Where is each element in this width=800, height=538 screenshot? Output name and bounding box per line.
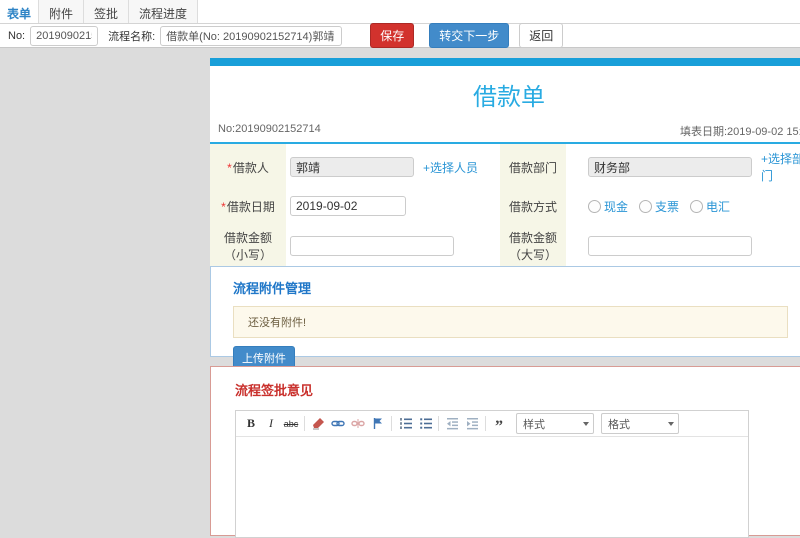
- indent-icon[interactable]: [464, 415, 480, 433]
- chevron-down-icon: [668, 421, 674, 426]
- chevron-down-icon: [583, 421, 589, 426]
- remove-format-icon[interactable]: [310, 415, 326, 433]
- borrower-field: +选择人员: [286, 144, 500, 190]
- rich-text-editor: B I abc ” 样式 格式: [235, 410, 749, 538]
- unlink-icon[interactable]: [350, 415, 366, 433]
- borrower-input[interactable]: [290, 157, 414, 177]
- no-attachment-alert: 还没有附件!: [233, 306, 788, 338]
- borrower-label: *借款人: [210, 144, 286, 190]
- borrow-dept-field: +选择部门: [566, 144, 800, 190]
- save-button[interactable]: 保存: [370, 23, 415, 48]
- flow-name-label: 流程名称:: [108, 30, 156, 43]
- back-button[interactable]: 返回: [519, 23, 564, 48]
- panel-top-bar: [210, 58, 800, 66]
- radio-icon[interactable]: [588, 199, 601, 213]
- style-select[interactable]: 样式: [516, 413, 594, 434]
- toolbar-separator: [438, 416, 439, 431]
- link-icon[interactable]: [330, 415, 346, 433]
- anchor-flag-icon[interactable]: [370, 415, 386, 433]
- radio-cash[interactable]: 现金: [588, 198, 628, 215]
- tab-strip: 表单 附件 签批 流程进度: [0, 0, 800, 24]
- borrow-method-field: 现金 支票 电汇: [566, 190, 800, 222]
- attachment-panel: 流程附件管理 还没有附件! 上传附件: [210, 266, 800, 370]
- borrow-date-field: [286, 190, 500, 222]
- radio-wire[interactable]: 电汇: [690, 198, 730, 215]
- italic-icon[interactable]: I: [263, 415, 279, 433]
- amount-lowercase-input[interactable]: [290, 236, 454, 256]
- radio-icon[interactable]: [690, 199, 704, 213]
- tab-progress[interactable]: 流程进度: [129, 0, 199, 23]
- amount-uppercase-input[interactable]: [588, 236, 752, 256]
- toolbar-separator: [391, 416, 392, 431]
- tab-attachment[interactable]: 附件: [39, 0, 85, 23]
- approval-panel-title: 流程签批意见: [235, 383, 314, 398]
- blockquote-icon[interactable]: ”: [491, 412, 507, 436]
- required-mark: *: [227, 160, 232, 175]
- select-dept-link[interactable]: +选择部门: [761, 150, 800, 184]
- forward-next-step-button[interactable]: 转交下一步: [429, 23, 510, 48]
- ordered-list-icon[interactable]: [397, 415, 413, 433]
- toolbar-separator: [485, 416, 486, 431]
- unordered-list-icon[interactable]: [417, 415, 433, 433]
- form-meta-row: No:20190902152714 填表日期:2019-09-02 15:27:…: [210, 120, 800, 142]
- amount-uppercase-field: [566, 222, 800, 270]
- flow-name-input[interactable]: [160, 25, 343, 46]
- form-no-text: No:20190902152714: [218, 123, 321, 135]
- amount-lowercase-field: [286, 222, 500, 270]
- borrow-date-input[interactable]: [290, 196, 406, 216]
- no-label: No:: [8, 29, 26, 42]
- strikethrough-icon[interactable]: abc: [283, 415, 299, 433]
- required-mark: *: [221, 199, 226, 214]
- amount-uppercase-label: 借款金额（大写）: [500, 222, 566, 270]
- borrow-dept-input[interactable]: [588, 157, 752, 177]
- editor-content-area[interactable]: [236, 437, 748, 537]
- approval-panel: 流程签批意见 B I abc ” 样式 格式: [210, 366, 800, 538]
- radio-cheque[interactable]: 支票: [639, 198, 679, 215]
- tab-form[interactable]: 表单: [0, 0, 40, 23]
- form-date-text: 填表日期:2019-09-02 15:27:14: [680, 126, 800, 138]
- no-input[interactable]: [30, 25, 99, 46]
- tab-approval[interactable]: 签批: [84, 0, 130, 23]
- bold-icon[interactable]: B: [243, 415, 259, 433]
- amount-lowercase-label: 借款金额（小写）: [210, 222, 286, 270]
- toolbar-separator: [304, 416, 305, 431]
- format-select[interactable]: 格式: [601, 413, 679, 434]
- select-person-link[interactable]: +选择人员: [423, 159, 478, 176]
- radio-icon[interactable]: [639, 199, 653, 213]
- action-toolbar: No: 流程名称: 保存 转交下一步 返回: [0, 23, 800, 48]
- editor-toolbar: B I abc ” 样式 格式: [236, 411, 748, 437]
- borrow-dept-label: 借款部门: [500, 144, 566, 190]
- outdent-icon[interactable]: [444, 415, 460, 433]
- form-title: 借款单: [473, 84, 545, 111]
- borrow-method-radios: 现金 支票 电汇: [588, 198, 730, 215]
- borrow-method-label: 借款方式: [500, 190, 566, 222]
- attachment-panel-title: 流程附件管理: [233, 281, 312, 296]
- borrow-date-label: *借款日期: [210, 190, 286, 222]
